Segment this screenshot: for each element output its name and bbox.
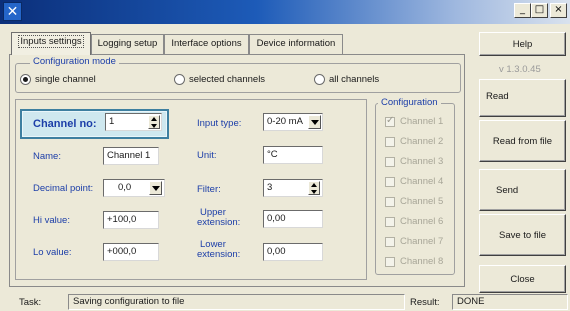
- task-status-field: Saving configuration to file: [68, 294, 405, 310]
- read-from-file-button[interactable]: Read from file: [479, 120, 566, 162]
- configuration-legend: Configuration: [378, 97, 441, 108]
- channel-checkbox-label: Channel 6: [400, 216, 444, 227]
- channel-checkbox-label: Channel 8: [400, 256, 444, 267]
- result-status-field: DONE: [452, 294, 568, 310]
- channel-checkbox-label: Channel 3: [400, 156, 444, 167]
- channel-checkbox[interactable]: [385, 115, 395, 127]
- close-button[interactable]: Close: [479, 265, 566, 293]
- tab-device-information[interactable]: Device information: [249, 34, 343, 54]
- channel-checkbox-label: Channel 2: [400, 136, 444, 147]
- tab-label: Inputs settings: [18, 35, 84, 48]
- configuration-mode-legend: Configuration mode: [30, 56, 119, 67]
- channel-checkbox-label: Channel 4: [400, 176, 444, 187]
- channel-checkbox-label: Channel 7: [400, 236, 444, 247]
- configuration-group: [375, 103, 455, 275]
- channel-checkbox-label: Channel 1: [400, 116, 444, 127]
- selected-channels-radio[interactable]: [174, 74, 185, 85]
- save-to-file-button[interactable]: Save to file: [479, 214, 566, 256]
- lo-value-input[interactable]: +000,0: [103, 243, 159, 261]
- upper-extension-label-line2: extension:: [197, 217, 241, 228]
- minimize-icon[interactable]: _: [514, 3, 531, 18]
- send-button[interactable]: Send: [479, 169, 566, 211]
- channel-checkbox[interactable]: [385, 157, 395, 167]
- name-label: Name:: [33, 151, 61, 162]
- channel-number-spinner-icon[interactable]: [148, 115, 160, 129]
- filter-spinner-icon[interactable]: [308, 181, 320, 195]
- all-channels-label[interactable]: all channels: [329, 74, 379, 85]
- channel-checkbox[interactable]: [385, 177, 395, 187]
- all-channels-radio[interactable]: [314, 74, 325, 85]
- tab-logging-setup[interactable]: Logging setup: [91, 34, 164, 54]
- decimal-point-label: Decimal point:: [33, 183, 94, 194]
- unit-label: Unit:: [197, 150, 217, 161]
- version-label: v 1.3.0.45: [499, 64, 541, 75]
- channel-checkbox[interactable]: [385, 257, 395, 267]
- lower-extension-input[interactable]: 0,00: [263, 243, 323, 261]
- hi-value-input[interactable]: +100,0: [103, 211, 159, 229]
- channel-checkbox[interactable]: [385, 137, 395, 147]
- filter-label: Filter:: [197, 184, 221, 195]
- title-bar[interactable]: [0, 0, 570, 24]
- channel-checkbox[interactable]: [385, 217, 395, 227]
- single-channel-label[interactable]: single channel: [35, 74, 96, 85]
- lower-extension-label-line2: extension:: [197, 249, 241, 260]
- task-label: Task:: [19, 297, 42, 308]
- single-channel-radio[interactable]: [20, 74, 31, 85]
- read-button[interactable]: Read: [479, 79, 566, 117]
- result-label: Result:: [410, 297, 440, 308]
- channel-number-label: Channel no:: [33, 118, 97, 130]
- lower-extension-label: Lower extension:: [197, 240, 240, 260]
- maximize-icon[interactable]: □: [531, 3, 548, 18]
- chevron-down-icon[interactable]: [308, 115, 321, 129]
- selected-channels-label[interactable]: selected channels: [189, 74, 265, 85]
- input-type-label: Input type:: [197, 118, 242, 129]
- lo-value-label: Lo value:: [33, 247, 72, 258]
- unit-input[interactable]: °C: [263, 146, 323, 164]
- upper-extension-input[interactable]: 0,00: [263, 210, 323, 228]
- tab-interface-options[interactable]: Interface options: [164, 34, 249, 54]
- chevron-down-icon[interactable]: [149, 181, 162, 195]
- channel-checkbox[interactable]: [385, 237, 395, 247]
- close-icon[interactable]: ×: [550, 3, 567, 18]
- upper-extension-label: Upper extension:: [197, 208, 240, 228]
- tab-inputs-settings[interactable]: Inputs settings: [11, 32, 91, 55]
- hi-value-label: Hi value:: [33, 215, 70, 226]
- help-button[interactable]: Help: [479, 32, 566, 56]
- app-cross-icon[interactable]: ✕: [3, 2, 22, 21]
- channel-checkbox-label: Channel 5: [400, 196, 444, 207]
- channel-checkbox[interactable]: [385, 197, 395, 207]
- name-input[interactable]: Channel 1: [103, 147, 159, 165]
